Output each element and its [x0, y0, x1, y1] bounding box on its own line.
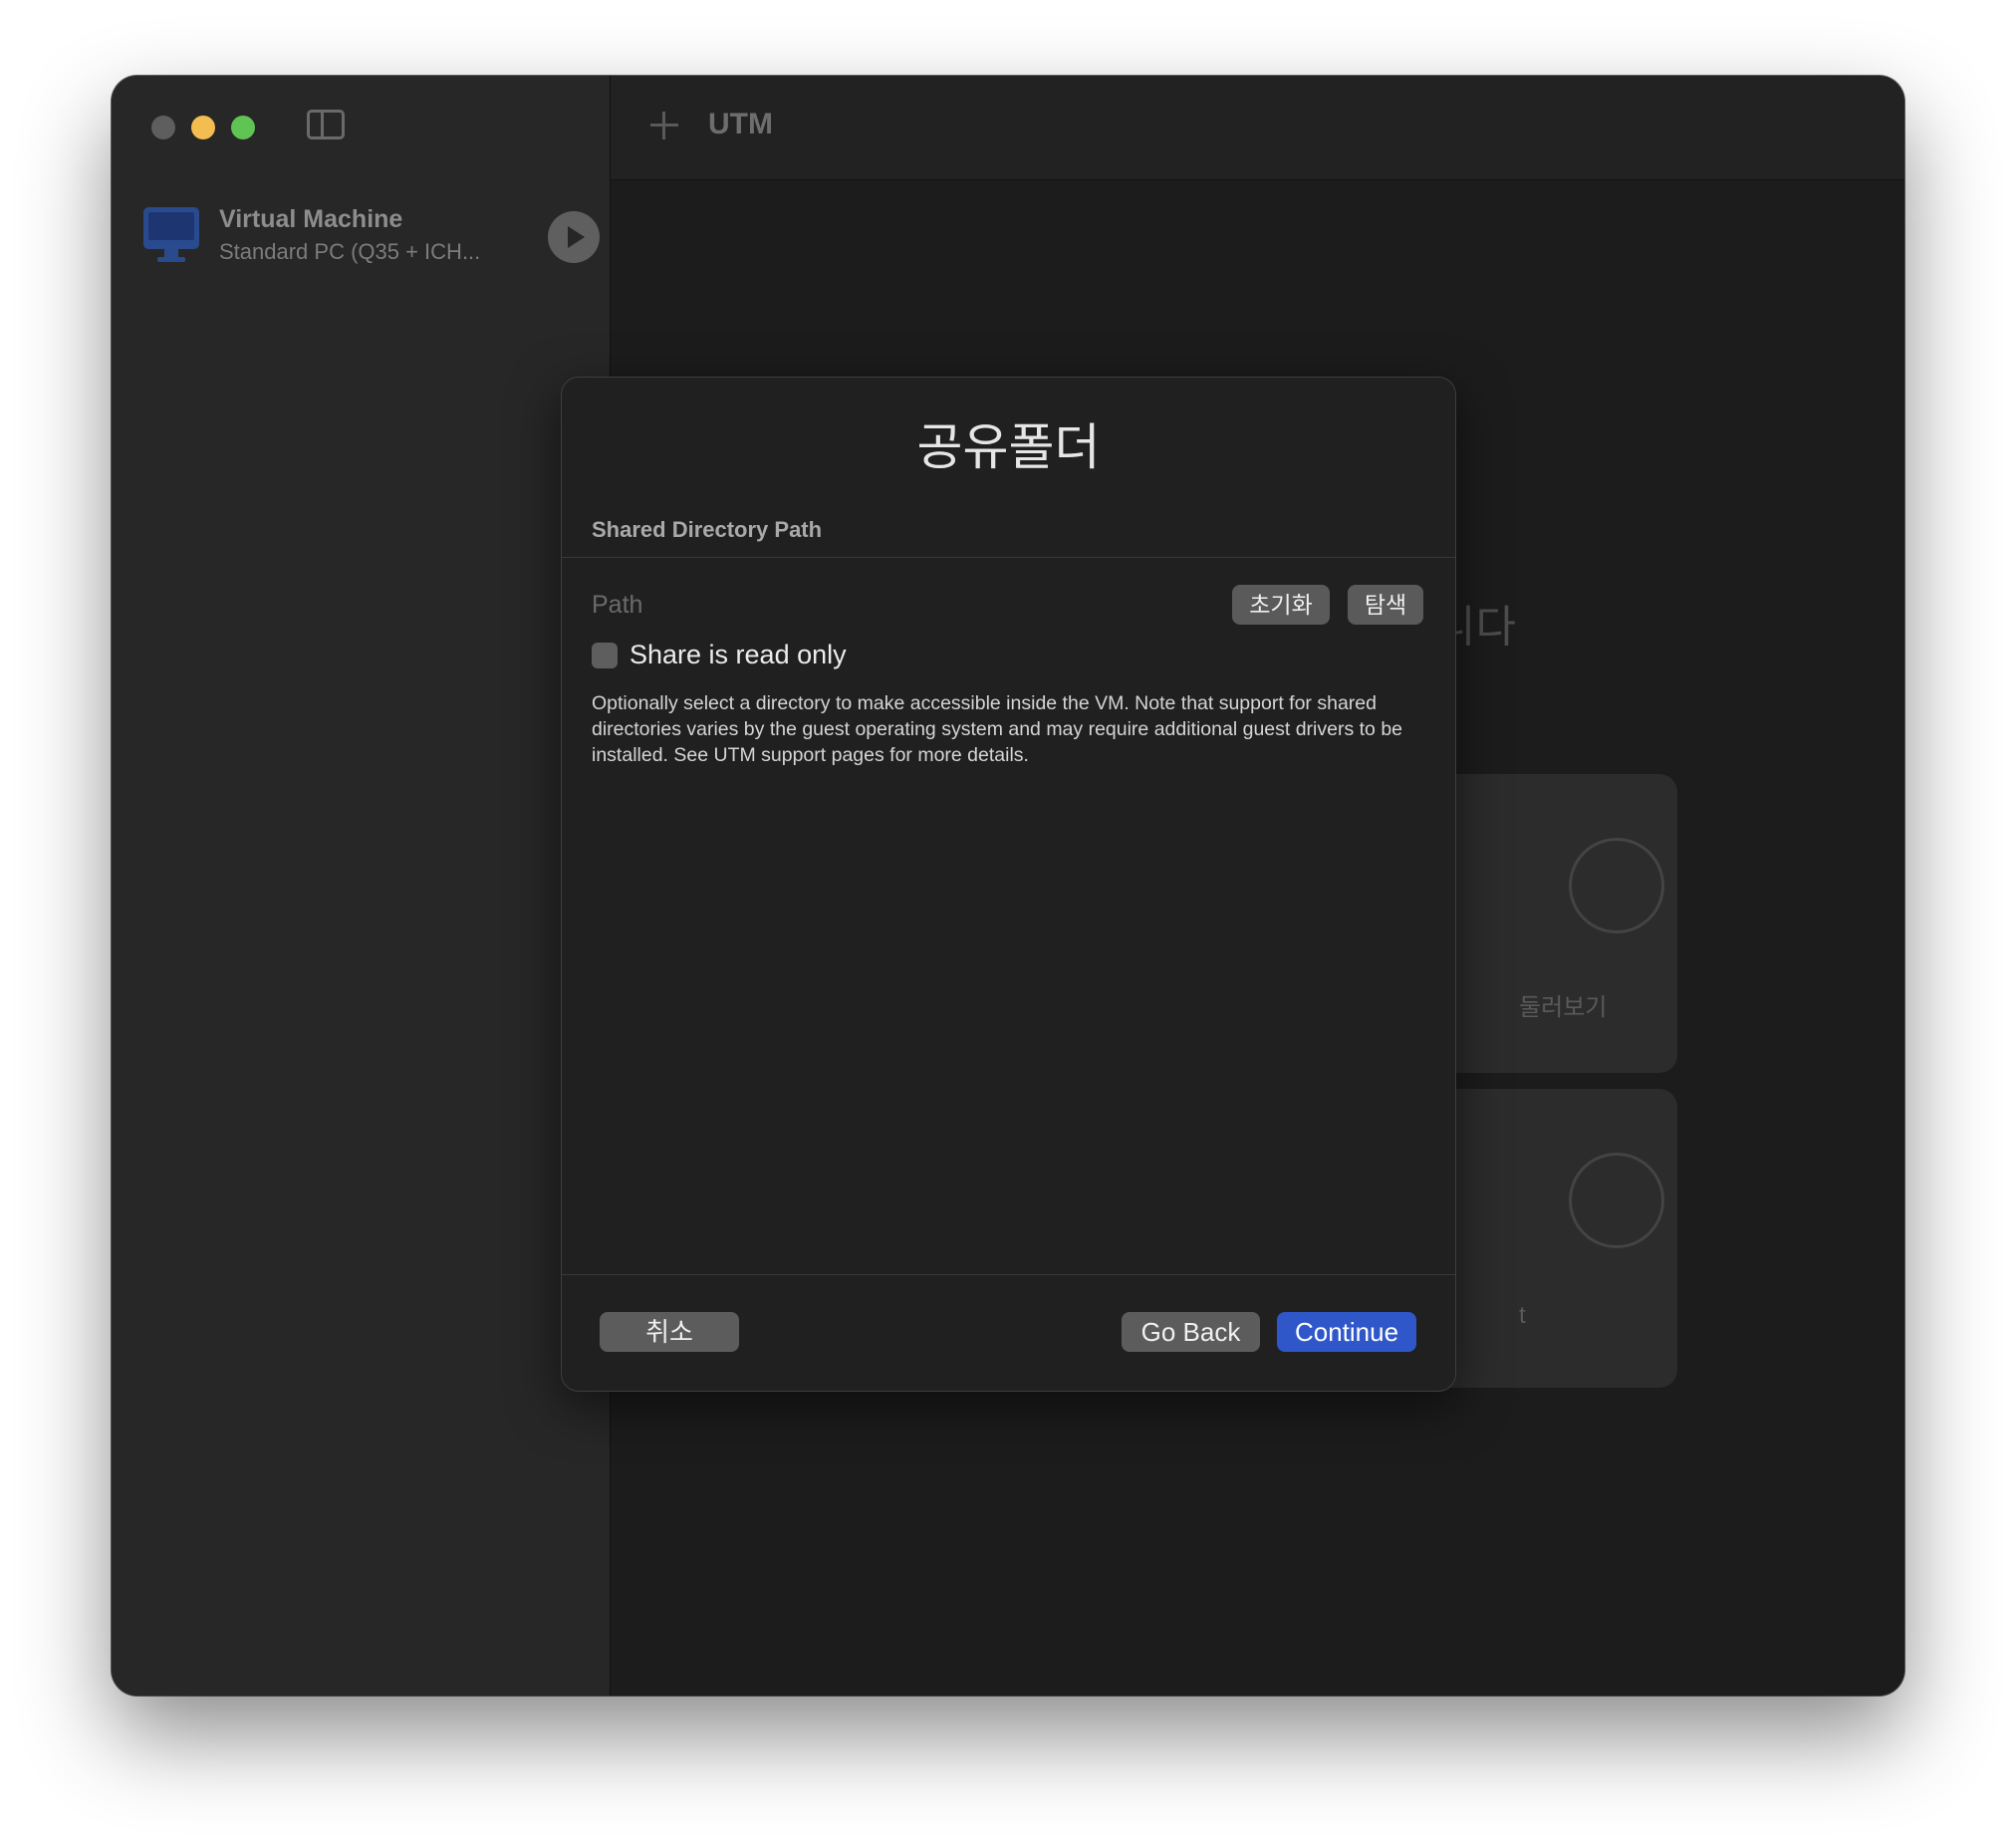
path-label: Path — [592, 591, 643, 619]
section-header: Shared Directory Path — [592, 517, 823, 542]
shared-folder-dialog: 공유폴더 Shared Directory Path Path 초기화 탐색 S… — [561, 377, 1456, 1392]
sidebar-item-virtual-machine[interactable]: Virtual Machine Standard PC (Q35 + ICH..… — [139, 197, 600, 277]
card-label: 둘러보기 — [1519, 994, 1608, 1021]
card-icon — [1569, 838, 1664, 933]
minimize-window-button[interactable] — [191, 116, 215, 139]
vm-name: Virtual Machine — [219, 205, 403, 233]
play-icon[interactable] — [548, 211, 600, 263]
browse-button[interactable]: 탐색 — [1348, 585, 1423, 625]
window-title: UTM — [708, 108, 773, 140]
help-text: Optionally select a directory to make ac… — [592, 692, 1403, 766]
add-icon[interactable] — [648, 110, 680, 141]
monitor-icon — [143, 207, 199, 265]
divider — [562, 1274, 1455, 1275]
card-icon — [1569, 1153, 1664, 1248]
dialog-title: 공유폴더 — [916, 419, 1101, 475]
sidebar-toggle-icon[interactable] — [307, 110, 345, 139]
read-only-checkbox[interactable] — [592, 643, 618, 668]
card-label: t — [1519, 1302, 1526, 1329]
divider — [562, 557, 1455, 558]
app-window: Virtual Machine Standard PC (Q35 + ICH..… — [112, 76, 1904, 1696]
vm-description: Standard PC (Q35 + ICH... — [219, 239, 481, 264]
read-only-label[interactable]: Share is read only — [630, 640, 847, 670]
sidebar: Virtual Machine Standard PC (Q35 + ICH..… — [112, 76, 611, 1696]
cancel-button[interactable]: 취소 — [600, 1312, 739, 1352]
toolbar: UTM — [611, 76, 1904, 180]
maximize-window-button[interactable] — [231, 116, 255, 139]
go-back-button[interactable]: Go Back — [1122, 1312, 1260, 1352]
reset-button[interactable]: 초기화 — [1232, 585, 1330, 625]
close-window-button[interactable] — [151, 116, 175, 139]
continue-button[interactable]: Continue — [1277, 1312, 1416, 1352]
